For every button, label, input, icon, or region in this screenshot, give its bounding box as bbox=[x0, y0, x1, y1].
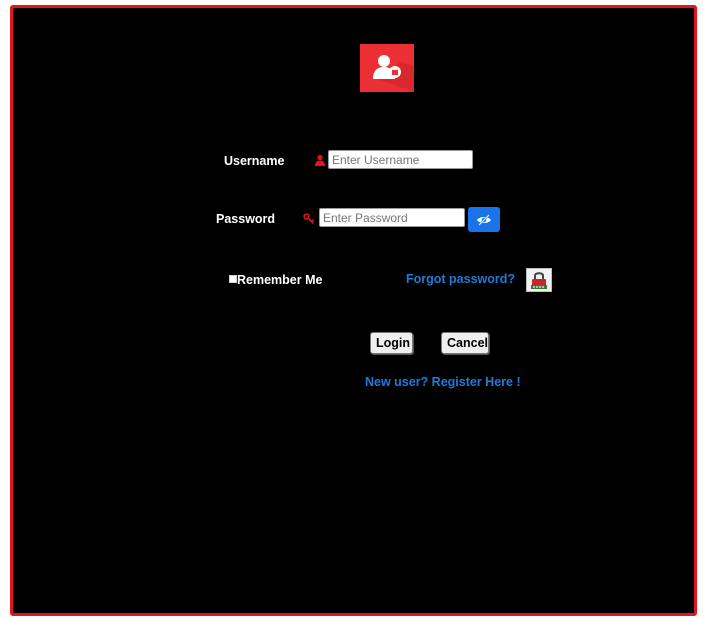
login-button[interactable]: Login bbox=[370, 332, 413, 354]
lock-icon[interactable] bbox=[526, 268, 552, 292]
username-label: Username bbox=[224, 154, 285, 168]
user-lock-icon bbox=[360, 44, 414, 92]
remember-me-label: Remember Me bbox=[237, 273, 323, 287]
login-panel: Username Password Remember Me Forgot pas… bbox=[10, 5, 697, 616]
user-icon bbox=[315, 154, 325, 166]
cancel-button[interactable]: Cancel bbox=[441, 332, 489, 354]
eye-slash-icon bbox=[477, 213, 491, 226]
password-label: Password bbox=[216, 212, 276, 226]
key-icon bbox=[303, 213, 315, 225]
username-input[interactable] bbox=[328, 150, 473, 169]
password-input[interactable] bbox=[319, 208, 465, 227]
toggle-password-button[interactable] bbox=[468, 207, 500, 232]
remember-me-checkbox[interactable] bbox=[229, 275, 237, 283]
forgot-password-link[interactable]: Forgot password? bbox=[406, 272, 515, 286]
register-link[interactable]: New user? Register Here ! bbox=[365, 375, 521, 389]
